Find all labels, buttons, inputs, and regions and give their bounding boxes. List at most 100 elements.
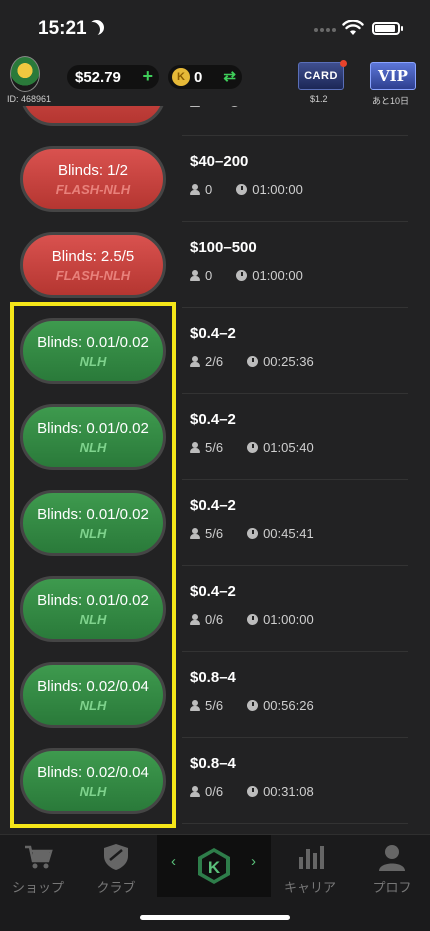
table-meta: 0 01:00:00 [190,268,303,283]
top-header: ID: 468961 $52.79 + K 0 ⇄ CARD $1.2 VIP … [0,54,430,106]
table-meta: 2/6 00:25:36 [190,354,314,369]
tab-shop-label: ショップ [11,880,64,895]
vip-button[interactable]: VIP [370,62,416,90]
player-count: 5/6 [205,698,224,713]
time-remaining: 01:00:00 [252,268,303,283]
add-funds-icon[interactable]: + [142,66,153,87]
player-count: 5/6 [205,440,224,455]
table-row[interactable]: Blinds: 2.5/5 FLASH-NLH $100–500 0 01:00:00 [0,222,430,308]
buyin-range: $0.8–4 [190,669,236,686]
time-remaining: 00:56:26 [263,698,314,713]
table-meta: 5/6 00:45:41 [190,526,314,541]
clock-icon [229,106,240,107]
battery-level [375,25,395,32]
player-count: 0 [205,182,213,197]
table-row[interactable]: Blinds: 1/2 FLASH-NLH $40–200 0 01:00:00 [0,136,430,222]
svg-text:K: K [208,858,221,877]
join-table-button[interactable]: FLASH-NLH [20,106,166,126]
user-id: ID: 468961 [7,94,52,104]
clock-icon [236,184,248,195]
game-type-label: FLASH-NLH [55,267,131,283]
balance-amount: $52.79 [75,68,121,86]
table-meta [190,106,245,107]
cart-icon [25,845,53,869]
table-meta: 0/6 00:31:08 [190,784,314,799]
player-count: 0/6 [205,784,224,799]
clock-icon [247,356,259,367]
card-button[interactable]: CARD [298,62,344,90]
notification-dot [340,60,347,67]
player-count: 0/6 [205,612,224,627]
player-count: 5/6 [205,526,224,541]
lobby-logo-icon: K [198,848,230,884]
tab-profile[interactable]: プロフ [354,843,430,896]
shield-icon [104,844,128,870]
signal-icon [314,28,336,34]
avatar[interactable] [10,56,40,92]
time-remaining: 00:25:36 [263,354,314,369]
table-meta: 0/6 01:00:00 [190,612,314,627]
tab-career[interactable]: キャリア [272,843,348,896]
buyin-range: $0.8–4 [190,755,236,772]
row-divider [182,823,408,824]
chevron-left-icon[interactable]: ‹ [171,853,176,870]
coin-icon: K [172,68,190,86]
highlight-box [10,302,176,828]
exchange-icon[interactable]: ⇄ [223,67,236,85]
buyin-range: $40–200 [190,153,249,170]
tab-profile-label: プロフ [372,880,412,895]
join-table-button[interactable]: Blinds: 2.5/5 FLASH-NLH [20,232,166,298]
time-remaining: 00:45:41 [263,526,314,541]
buyin-range: $0.4–2 [190,583,236,600]
player-count-icon [190,528,200,539]
time-remaining: 00:31:08 [263,784,314,799]
wifi-icon [342,20,364,35]
blinds-label: Blinds: 2.5/5 [51,247,135,265]
battery-icon [372,22,403,35]
tab-lobby[interactable]: ‹ K › [157,835,271,897]
buyin-range: $100–500 [190,239,257,256]
coin-pill[interactable]: K 0 ⇄ [168,65,242,89]
clock-icon [247,700,259,711]
clock-icon [247,614,259,625]
time-remaining: 01:00:00 [252,182,303,197]
tab-club[interactable]: クラブ [78,843,154,896]
player-count-icon [190,106,200,107]
player-count-icon [190,184,200,195]
buyin-range: $0.4–2 [190,497,236,514]
person-icon [379,845,405,871]
table-meta: 5/6 00:56:26 [190,698,314,713]
moon-icon [85,22,100,37]
player-count-icon [190,356,200,367]
balance-pill[interactable]: $52.79 + [67,65,159,89]
buyin-range: $0.4–2 [190,411,236,428]
join-table-button[interactable]: Blinds: 1/2 FLASH-NLH [20,146,166,212]
clock-icon [247,786,259,797]
tab-shop[interactable]: ショップ [0,843,76,896]
player-count-icon [190,700,200,711]
player-count-icon [190,442,200,453]
buyin-range: $0.4–2 [190,325,236,342]
table-meta: 0 01:00:00 [190,182,303,197]
clock-icon [236,270,248,281]
home-indicator [140,915,290,920]
status-bar: 15:21 [0,0,430,54]
player-count-icon [190,786,200,797]
time-remaining: 01:05:40 [263,440,314,455]
tab-career-label: キャリア [283,880,336,895]
table-meta: 5/6 01:05:40 [190,440,314,455]
player-count-icon [190,614,200,625]
blinds-label: Blinds: 1/2 [57,161,129,179]
clock-icon [247,528,259,539]
coin-amount: 0 [194,69,203,86]
table-row[interactable]: FLASH-NLH [0,106,430,136]
game-type-label: FLASH-NLH [55,181,131,197]
player-count: 0 [205,268,213,283]
card-value: $1.2 [310,94,328,104]
clock-icon [247,442,259,453]
player-count-icon [190,270,200,281]
tab-club-label: クラブ [96,880,136,895]
status-time: 15:21 [38,18,87,39]
chevron-right-icon[interactable]: › [251,853,256,870]
bar-chart-icon [299,846,324,869]
